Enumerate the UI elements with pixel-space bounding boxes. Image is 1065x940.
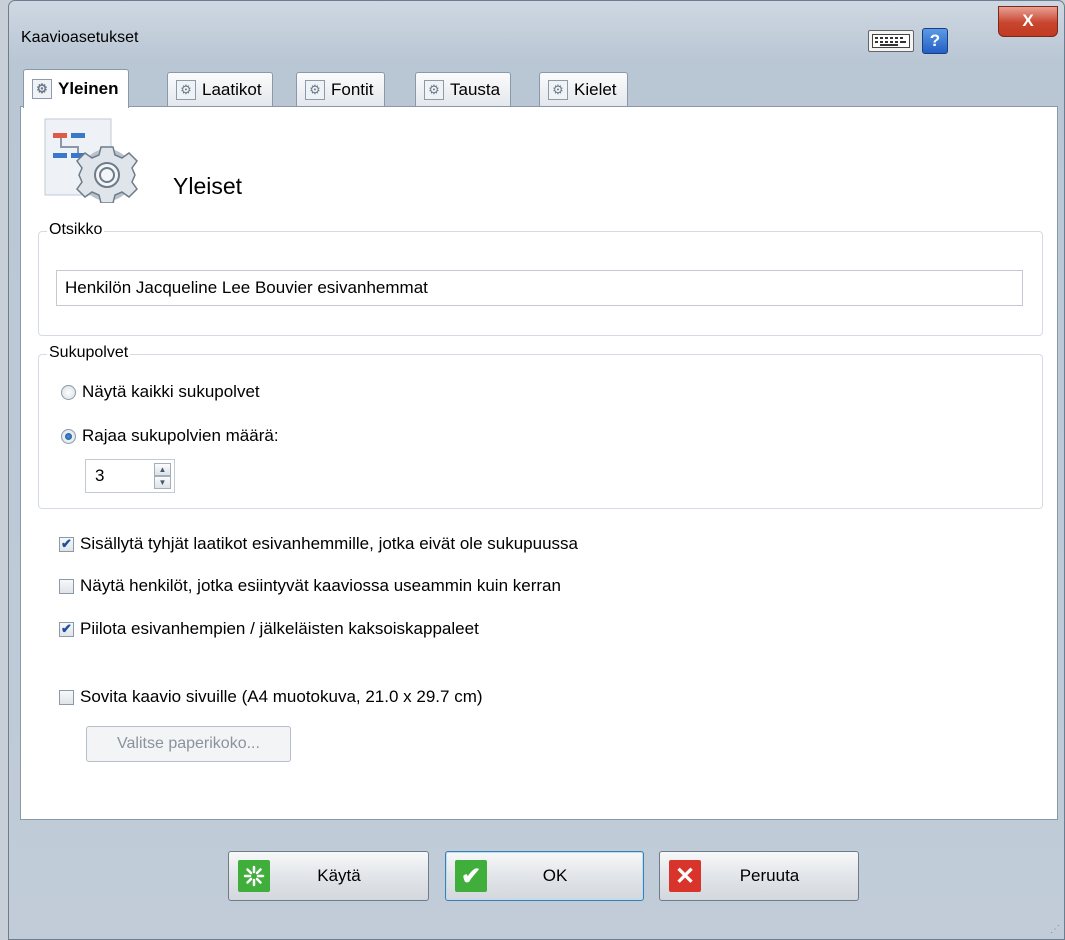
chart-settings-dialog: Kaavioasetukset ? X ⚙ Yleinen ⚙ Laatikot (8, 0, 1065, 940)
radio-limit-generations[interactable]: Rajaa sukupolvien määrä: (61, 426, 279, 446)
title-group-legend: Otsikko (47, 221, 105, 239)
cancel-button[interactable]: ✕ Peruuta (659, 851, 859, 901)
tab-label: Laatikot (202, 80, 262, 99)
generation-count-value[interactable]: 3 (86, 460, 154, 492)
choose-paper-size-button[interactable]: Valitse paperikoko... (86, 726, 291, 762)
checkbox-label: Sisällytä tyhjät laatikot esivanhemmille… (80, 534, 578, 553)
settings-icon: ⚙ (548, 80, 568, 100)
tab-label: Kielet (574, 80, 617, 99)
checkbox[interactable] (59, 578, 74, 594)
settings-icon: ⚙ (305, 80, 325, 100)
radio-show-all-generations[interactable]: Näytä kaikki sukupolvet (61, 382, 260, 402)
settings-icon: ⚙ (32, 79, 52, 99)
radio-label: Rajaa sukupolvien määrä: (82, 426, 279, 445)
checkbox-show-repeated-persons[interactable]: Näytä henkilöt, jotka esiintyvät kaavios… (59, 576, 561, 596)
radio-button[interactable] (61, 428, 76, 444)
tab-yleinen[interactable]: ⚙ Yleinen (23, 69, 130, 108)
tab-laatikot[interactable]: ⚙ Laatikot (167, 72, 273, 107)
close-button[interactable]: X (998, 6, 1058, 37)
checkbox-label: Piilota esivanhempien / jälkeläisten kak… (80, 619, 479, 638)
generation-count-stepper[interactable]: 3 ▲ ▼ (85, 459, 175, 493)
ok-button[interactable]: ✔ OK (445, 851, 644, 901)
apply-icon (238, 860, 270, 892)
title-group: Otsikko (38, 221, 1043, 336)
checkbox-include-empty-boxes[interactable]: ✔ Sisällytä tyhjät laatikot esivanhemmil… (59, 534, 578, 554)
page-title: Yleiset (173, 173, 243, 199)
title-bar: Kaavioasetukset ? X (9, 1, 1064, 65)
apply-button[interactable]: Käytä (228, 851, 429, 901)
keyboard-icon[interactable] (868, 30, 914, 52)
checkbox[interactable]: ✔ (59, 536, 74, 552)
tab-label: Fontit (331, 80, 374, 99)
generations-group: Sukupolvet Näytä kaikki sukupolvet Rajaa… (38, 344, 1043, 509)
tab-label: Yleinen (58, 79, 119, 98)
checkbox[interactable] (59, 689, 74, 705)
tab-strip: ⚙ Yleinen ⚙ Laatikot ⚙ Fontit ⚙ Tausta ⚙… (19, 69, 1056, 108)
settings-icon: ⚙ (424, 80, 444, 100)
resize-grip-icon[interactable]: ⋰ (1050, 924, 1060, 935)
apply-button-label: Käytä (317, 866, 361, 885)
cancel-button-label: Peruuta (739, 866, 800, 885)
checkbox-label: Näytä henkilöt, jotka esiintyvät kaavios… (80, 576, 561, 595)
checkbox-fit-to-pages[interactable]: Sovita kaavio sivuille (A4 muotokuva, 21… (59, 687, 483, 707)
chart-title-input[interactable] (56, 270, 1023, 306)
generations-group-legend: Sukupolvet (47, 344, 131, 362)
general-tab-panel: Yleiset Otsikko Sukupolvet Näytä kaikki … (20, 106, 1058, 820)
window-title: Kaavioasetukset (21, 29, 139, 46)
help-button[interactable]: ? (922, 28, 948, 54)
dialog-footer: Käytä ✔ OK ✕ Peruuta ⋰ (9, 821, 1065, 940)
tab-tausta[interactable]: ⚙ Tausta (415, 72, 512, 107)
checkbox[interactable]: ✔ (59, 621, 74, 637)
ok-button-label: OK (542, 866, 568, 885)
cancel-icon: ✕ (669, 860, 701, 892)
chevron-down-icon[interactable]: ▼ (154, 476, 171, 489)
radio-label: Näytä kaikki sukupolvet (82, 382, 260, 401)
chevron-up-icon[interactable]: ▲ (154, 463, 171, 476)
checkmark-icon: ✔ (455, 860, 487, 892)
tab-fontit[interactable]: ⚙ Fontit (296, 72, 385, 107)
settings-icon: ⚙ (176, 80, 196, 100)
radio-button[interactable] (61, 384, 76, 400)
checkbox-label: Sovita kaavio sivuille (A4 muotokuva, 21… (80, 687, 483, 706)
checkbox-hide-duplicates[interactable]: ✔ Piilota esivanhempien / jälkeläisten k… (59, 619, 479, 639)
tab-kielet[interactable]: ⚙ Kielet (539, 72, 628, 107)
tab-label: Tausta (450, 80, 501, 99)
chart-settings-icon (43, 117, 141, 204)
